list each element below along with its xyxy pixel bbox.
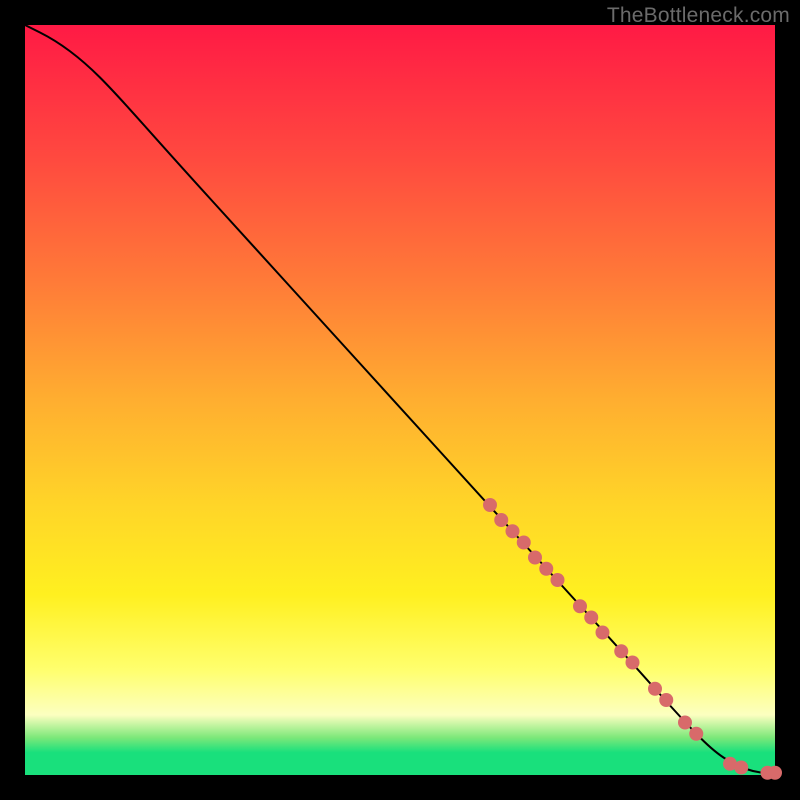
chart-marker xyxy=(506,524,520,538)
chart-marker xyxy=(734,761,748,775)
chart-curve xyxy=(25,25,775,774)
chart-plot-area xyxy=(25,25,775,775)
watermark-text: TheBottleneck.com xyxy=(607,4,790,28)
chart-marker xyxy=(689,727,703,741)
chart-marker xyxy=(539,562,553,576)
chart-marker xyxy=(626,656,640,670)
chart-markers xyxy=(483,498,782,780)
chart-marker xyxy=(517,536,531,550)
chart-marker xyxy=(551,573,565,587)
chart-marker xyxy=(678,716,692,730)
chart-frame: TheBottleneck.com xyxy=(0,0,800,800)
chart-marker xyxy=(573,599,587,613)
chart-marker xyxy=(659,693,673,707)
chart-marker xyxy=(614,644,628,658)
chart-marker xyxy=(494,513,508,527)
chart-marker xyxy=(528,551,542,565)
chart-marker xyxy=(483,498,497,512)
chart-marker xyxy=(648,682,662,696)
chart-marker xyxy=(584,611,598,625)
chart-svg xyxy=(25,25,775,775)
chart-marker xyxy=(768,766,782,780)
chart-marker xyxy=(596,626,610,640)
